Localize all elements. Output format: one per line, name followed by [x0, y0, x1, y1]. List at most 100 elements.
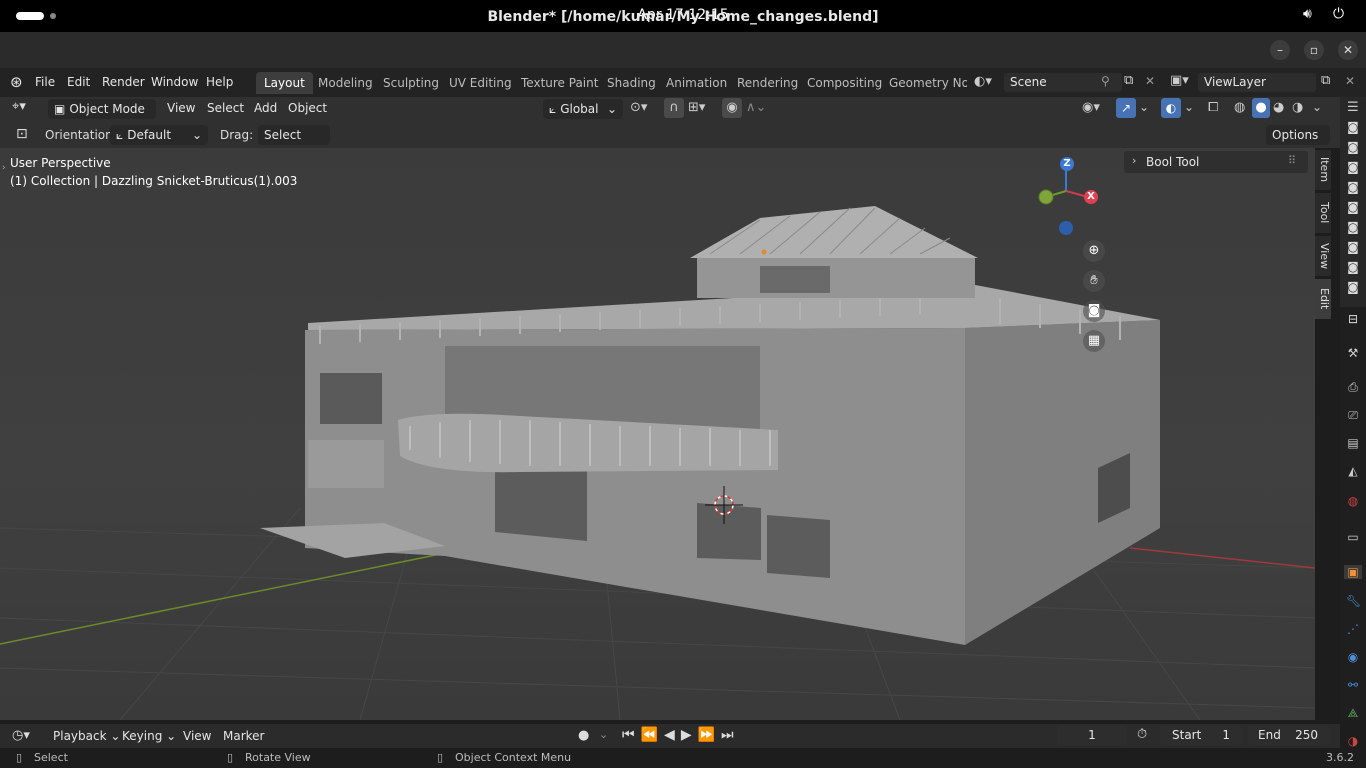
tab-uv-editing[interactable]: UV Editing: [441, 72, 520, 94]
timeline-editor-icon[interactable]: ◷▾: [12, 728, 30, 743]
gizmo-toggle-icon[interactable]: ↗: [1116, 98, 1136, 118]
timeline-menu-view[interactable]: View: [183, 729, 211, 743]
camera-icon[interactable]: ◙: [1346, 140, 1360, 154]
collection-properties-icon[interactable]: ▭: [1346, 530, 1360, 544]
solid-shading-icon[interactable]: ●: [1252, 98, 1270, 118]
rendered-shading-icon[interactable]: ◑: [1292, 100, 1303, 115]
modifier-properties-icon[interactable]: 🔧︎: [1346, 594, 1361, 608]
play-icon[interactable]: ▶: [681, 727, 698, 743]
timeline-menu-playback[interactable]: Playback ⌄: [53, 729, 120, 743]
world-properties-icon[interactable]: ◍: [1346, 494, 1360, 508]
render-properties-icon[interactable]: ⎙: [1346, 380, 1360, 394]
camera-icon[interactable]: ◙: [1346, 200, 1360, 214]
end-frame-field[interactable]: End 250: [1248, 726, 1330, 745]
view-layer-icon[interactable]: ▣▾: [1170, 73, 1189, 88]
tab-geometry-nodes[interactable]: Geometry Noc: [881, 72, 967, 94]
editor-type-icon[interactable]: ⌖▾: [12, 99, 26, 114]
new-view-layer-icon[interactable]: ⧉: [1321, 73, 1330, 88]
camera-icon[interactable]: ◙: [1346, 180, 1360, 194]
falloff-icon[interactable]: ∧⌄: [746, 100, 766, 115]
object-properties-icon[interactable]: ▣: [1344, 565, 1362, 579]
outliner-filter-icon[interactable]: ☰: [1347, 100, 1359, 115]
tab-sculpting[interactable]: Sculpting: [375, 72, 447, 94]
chevron-down-icon[interactable]: ⌄: [599, 728, 608, 741]
orientation-dropdown[interactable]: ⟀ Default ⌄: [110, 125, 208, 145]
output-properties-icon[interactable]: ⎚: [1346, 408, 1360, 422]
menu-edit[interactable]: Edit: [67, 75, 90, 89]
properties-editor-icon[interactable]: ⊟: [1346, 312, 1360, 326]
camera-icon[interactable]: ◙: [1346, 220, 1360, 234]
sidebar-tab-tool[interactable]: Tool: [1315, 193, 1331, 233]
material-properties-icon[interactable]: ◑: [1346, 734, 1360, 748]
viewport-menu-object[interactable]: Object: [288, 101, 327, 115]
play-reverse-icon[interactable]: ◀: [664, 727, 681, 743]
timeline-menu-keying[interactable]: Keying ⌄: [122, 729, 176, 743]
particles-properties-icon[interactable]: ⋰: [1346, 622, 1360, 636]
start-frame-field[interactable]: Start 1: [1160, 726, 1242, 745]
transform-orientation-dropdown[interactable]: ⟀ Global ⌄: [543, 99, 623, 119]
drag-dropdown[interactable]: Select Box⌄: [258, 125, 330, 162]
tab-modeling[interactable]: Modeling: [310, 72, 381, 94]
delete-scene-icon[interactable]: ✕: [1145, 74, 1155, 88]
bool-tool-panel[interactable]: › Bool Tool ⠿: [1124, 151, 1308, 173]
options-dropdown[interactable]: Options⌄: [1266, 125, 1330, 162]
tab-animation[interactable]: Animation: [658, 72, 735, 94]
scene-properties-icon[interactable]: ◭: [1346, 464, 1360, 478]
sidebar-tab-item[interactable]: Item: [1315, 150, 1331, 190]
menu-window[interactable]: Window: [151, 75, 198, 89]
wireframe-shading-icon[interactable]: ◍: [1234, 100, 1245, 115]
tab-rendering[interactable]: Rendering: [729, 72, 806, 94]
viewport-menu-select[interactable]: Select: [207, 101, 244, 115]
active-tool-icon[interactable]: ⊡: [16, 126, 28, 142]
snap-toggle-icon[interactable]: ∩: [664, 98, 684, 118]
visibility-icon[interactable]: ◉▾: [1082, 100, 1100, 115]
drag-handle-icon[interactable]: ⠿: [1288, 154, 1296, 167]
data-properties-icon[interactable]: ⟁: [1346, 706, 1360, 720]
minimize-button[interactable]: –: [1270, 40, 1290, 60]
tab-compositing[interactable]: Compositing: [799, 72, 890, 94]
viewport-menu-view[interactable]: View: [167, 101, 195, 115]
jump-end-icon[interactable]: ⏭: [721, 727, 740, 743]
tab-shading[interactable]: Shading: [599, 72, 664, 94]
view-layer-properties-icon[interactable]: ▤: [1346, 436, 1360, 450]
pin-icon[interactable]: ⚲: [1101, 74, 1110, 88]
perspective-grid-icon[interactable]: ▦: [1083, 330, 1105, 352]
menu-help[interactable]: Help: [206, 75, 233, 89]
tool-properties-icon[interactable]: ⚒: [1346, 346, 1360, 360]
chevron-down-icon[interactable]: ⌄: [1312, 100, 1322, 114]
jump-start-icon[interactable]: ⏮: [622, 727, 641, 743]
pan-hand-icon[interactable]: ✋︎: [1083, 270, 1105, 292]
scene-selector-icon[interactable]: ◐▾: [974, 74, 992, 89]
pivot-point-icon[interactable]: ⊙▾: [630, 100, 647, 115]
material-shading-icon[interactable]: ◕: [1273, 100, 1284, 115]
navigation-gizmo[interactable]: [1038, 170, 1089, 235]
xray-toggle-icon[interactable]: ⧠: [1208, 100, 1218, 115]
viewport-menu-add[interactable]: Add: [254, 101, 277, 115]
timeline-menu-marker[interactable]: Marker: [223, 729, 264, 743]
camera-icon[interactable]: ◙: [1346, 120, 1360, 134]
menu-file[interactable]: File: [35, 75, 55, 89]
toolbar-expand-icon[interactable]: ›: [2, 163, 6, 173]
tab-texture-paint[interactable]: Texture Paint: [513, 72, 606, 94]
blender-logo-icon[interactable]: ⊛: [10, 73, 23, 91]
chevron-down-icon[interactable]: ⌄: [1184, 100, 1194, 114]
preview-range-icon[interactable]: ⏱: [1137, 727, 1147, 742]
zoom-icon[interactable]: ⊕: [1083, 240, 1105, 262]
constraints-properties-icon[interactable]: ⚯: [1346, 678, 1360, 692]
mode-dropdown[interactable]: ▣Object Mode⌄: [48, 99, 156, 136]
chevron-down-icon[interactable]: ⌄: [1139, 100, 1149, 114]
delete-view-layer-icon[interactable]: ✕: [1345, 74, 1355, 88]
camera-icon[interactable]: ◙: [1346, 280, 1360, 294]
maximize-button[interactable]: ▫: [1304, 40, 1324, 60]
proportional-edit-icon[interactable]: ◉: [722, 98, 742, 118]
3d-viewport[interactable]: [0, 148, 1315, 720]
camera-icon[interactable]: ◙: [1346, 240, 1360, 254]
overlay-toggle-icon[interactable]: ◐: [1161, 98, 1181, 118]
camera-icon[interactable]: ◙: [1346, 260, 1360, 274]
camera-view-icon[interactable]: ◙: [1083, 300, 1105, 322]
snap-target-icon[interactable]: ⊞▾: [688, 100, 705, 115]
tab-layout[interactable]: Layout: [256, 72, 313, 94]
prev-keyframe-icon[interactable]: ⏪: [641, 727, 664, 743]
next-keyframe-icon[interactable]: ⏩: [698, 727, 721, 743]
camera-icon[interactable]: ◙: [1346, 160, 1360, 174]
